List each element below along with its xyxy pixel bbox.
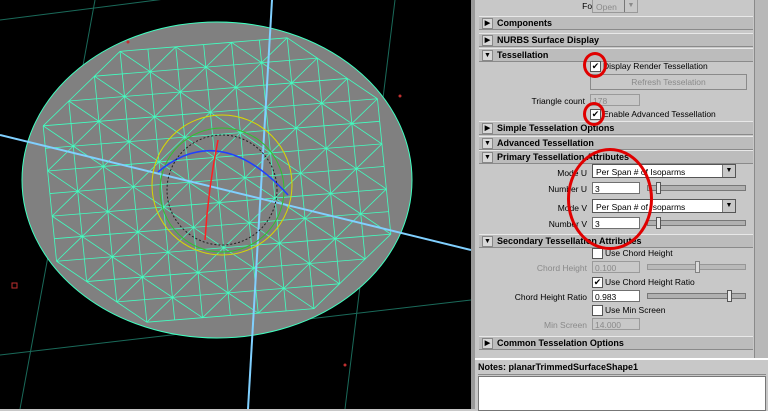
collapse-arrow-icon: ▼ bbox=[482, 138, 493, 149]
annotation-circle bbox=[583, 102, 605, 126]
notes-panel: Notes: planarTrimmedSurfaceShape1 bbox=[475, 358, 768, 411]
expand-arrow-icon: ▶ bbox=[482, 123, 493, 134]
3d-viewport[interactable] bbox=[0, 0, 471, 409]
triangle-count-label: Triangle count bbox=[531, 96, 585, 106]
viewport-canvas[interactable] bbox=[0, 0, 471, 409]
expand-arrow-icon: ▶ bbox=[482, 35, 493, 46]
annotation-circle bbox=[567, 148, 653, 250]
section-simple-tess[interactable]: ▶ Simple Tesselation Options bbox=[479, 121, 753, 135]
point-marker bbox=[343, 363, 347, 367]
section-advanced-tess-label: Advanced Tessellation bbox=[497, 138, 594, 148]
collapse-arrow-icon: ▼ bbox=[482, 50, 493, 61]
section-components-label: Components bbox=[497, 18, 552, 28]
point-marker bbox=[126, 40, 130, 44]
use-chord-height-ratio-label: Use Chord Height Ratio bbox=[605, 277, 695, 287]
section-common-tess-label: Common Tesselation Options bbox=[497, 338, 624, 348]
scrollbar[interactable] bbox=[754, 0, 768, 358]
chevron-down-icon: ▼ bbox=[624, 0, 637, 12]
enable-advanced-label: Enable Advanced Tessellation bbox=[603, 109, 716, 119]
chord-height-ratio-field[interactable]: 0.983 bbox=[592, 290, 640, 302]
refresh-tessellation-button[interactable]: Refresh Tesselation bbox=[590, 74, 747, 90]
locator-marker bbox=[11, 282, 18, 289]
notes-textarea[interactable] bbox=[478, 376, 766, 411]
notes-title: Notes: planarTrimmedSurfaceShape1 bbox=[478, 362, 766, 375]
attribute-editor: Form V Open ▼ ▶Components ▶NURBS Surface… bbox=[475, 0, 768, 358]
collapse-arrow-icon: ▼ bbox=[482, 152, 493, 163]
chord-height-ratio-slider-thumb[interactable] bbox=[727, 290, 732, 302]
chevron-down-icon: ▼ bbox=[722, 200, 735, 212]
form-v-select[interactable]: Open ▼ bbox=[592, 0, 638, 13]
section-tessellation[interactable]: ▼ Tessellation bbox=[479, 48, 753, 62]
chord-height-ratio-slider[interactable] bbox=[647, 290, 746, 302]
form-v-value: Open bbox=[596, 2, 617, 12]
use-chord-height-ratio-checkbox[interactable]: ✔ bbox=[592, 277, 603, 288]
number-u-slider[interactable] bbox=[647, 182, 746, 194]
chord-height-label: Chord Height bbox=[536, 263, 587, 273]
chord-height-slider bbox=[647, 261, 746, 273]
use-chord-height-checkbox[interactable] bbox=[592, 248, 603, 259]
use-min-screen-checkbox[interactable] bbox=[592, 305, 603, 316]
section-common-tess[interactable]: ▶ Common Tesselation Options bbox=[479, 336, 753, 350]
section-tessellation-label: Tessellation bbox=[497, 50, 549, 60]
number-v-slider-thumb[interactable] bbox=[656, 217, 661, 229]
number-u-slider-thumb[interactable] bbox=[656, 182, 661, 194]
use-min-screen-label: Use Min Screen bbox=[605, 305, 666, 315]
chevron-down-icon: ▼ bbox=[722, 165, 735, 177]
section-nurbs-display-label: NURBS Surface Display bbox=[497, 35, 600, 45]
chord-height-slider-thumb bbox=[695, 261, 700, 273]
annotation-circle bbox=[583, 52, 607, 78]
collapse-arrow-icon: ▼ bbox=[482, 236, 493, 247]
display-render-tess-label: Display Render Tessellation bbox=[603, 61, 708, 71]
chord-height-ratio-label: Chord Height Ratio bbox=[514, 292, 587, 302]
section-components[interactable]: ▶ Components bbox=[479, 16, 753, 30]
grid-line bbox=[0, 0, 161, 21]
expand-arrow-icon: ▶ bbox=[482, 18, 493, 29]
expand-arrow-icon: ▶ bbox=[482, 338, 493, 349]
section-nurbs-display[interactable]: ▶ NURBS Surface Display bbox=[479, 33, 753, 47]
chord-height-field: 0.100 bbox=[592, 261, 640, 273]
min-screen-label: Min Screen bbox=[544, 320, 587, 330]
min-screen-field: 14.000 bbox=[592, 318, 640, 330]
point-marker bbox=[398, 94, 402, 98]
number-v-slider[interactable] bbox=[647, 217, 746, 229]
